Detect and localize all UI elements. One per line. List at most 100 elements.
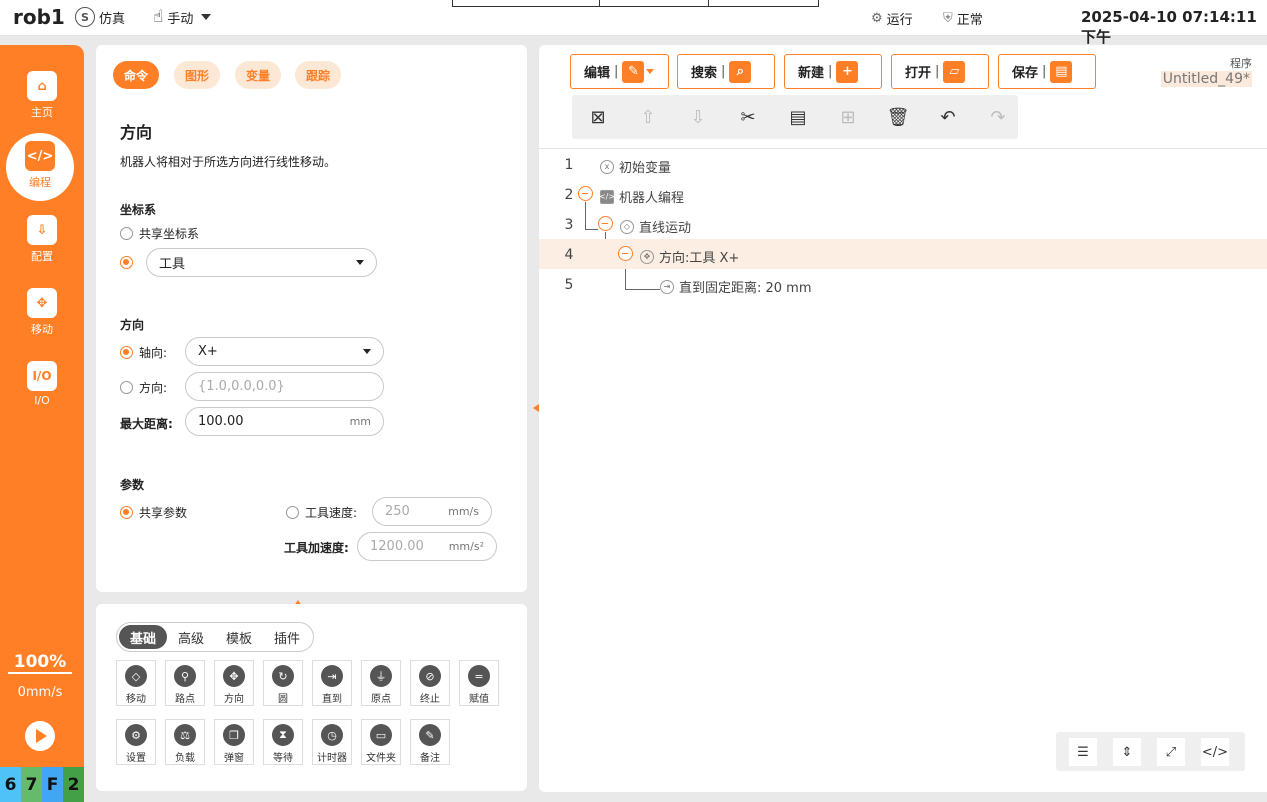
line-number: 3 [564, 217, 574, 233]
coord-select-value: 工具 [159, 257, 186, 272]
palette-tab-advanced[interactable]: 高级 [167, 625, 215, 649]
origin-icon: ⏚ [370, 665, 392, 687]
radio-icon [120, 256, 133, 269]
max-distance-input[interactable]: 100.00 mm [185, 407, 384, 436]
speed-percent[interactable]: 100% [8, 652, 72, 674]
tool-waypoint[interactable]: ⚲ 路点 [165, 660, 205, 706]
tab-trace[interactable]: 跟踪 [295, 61, 341, 89]
sidebar-item-move[interactable]: ✥ 移动 [0, 284, 84, 344]
tool-popup[interactable]: ❐ 弹窗 [214, 719, 254, 765]
tree-node: ✥ 方向:工具 X+ [640, 247, 739, 266]
coord-tool-radio[interactable] [120, 256, 133, 269]
tool-acc-value: 1200.00 [370, 539, 424, 554]
tree-row[interactable]: 1 x 初始变量 [539, 149, 1267, 179]
tool-direction[interactable]: ✥ 方向 [214, 660, 254, 706]
undo-icon[interactable]: ↶ [936, 105, 960, 129]
palette-tab-template[interactable]: 模板 [215, 625, 263, 649]
new-button[interactable]: 新建 | + [784, 54, 882, 89]
tool-speed-radio[interactable]: 工具速度: [286, 504, 357, 521]
health-status: ⛨ 正常 [943, 9, 983, 28]
tree-row[interactable]: 5 ⇥ 直到固定距离: 20 mm [539, 269, 1267, 299]
move-up-icon[interactable]: ⇧ [636, 105, 660, 129]
direction-radio[interactable]: 方向: [120, 379, 167, 396]
tool-payload[interactable]: ⚖ 负载 [165, 719, 205, 765]
tool-until[interactable]: ⇥ 直到 [312, 660, 352, 706]
simulation-mode[interactable]: S 仿真 [75, 7, 125, 27]
collapse-all-icon[interactable]: ⇕ [1113, 738, 1141, 766]
sidebar: ⌂ 主页 </> 编程 ⇩ 配置 ✥ 移动 I/O I/O 100% 0mm/s… [0, 45, 84, 802]
tool-origin[interactable]: ⏚ 原点 [361, 660, 401, 706]
tab-command[interactable]: 命令 [113, 61, 159, 89]
home-icon: ⌂ [27, 71, 57, 101]
paste-icon[interactable]: ⊞ [836, 105, 860, 129]
sidebar-item-label: 移动 [31, 323, 53, 336]
tool-assign[interactable]: = 赋值 [459, 660, 499, 706]
tool-speed-input[interactable]: 250 mm/s [372, 497, 492, 526]
play-button[interactable] [25, 721, 55, 751]
datetime: 2025-04-10 07:14:11 下午 [1081, 8, 1257, 46]
sort-lines-icon[interactable]: ☰ [1069, 738, 1097, 766]
tool-folder[interactable]: ▭ 文件夹 [361, 719, 401, 765]
redo-icon[interactable]: ↷ [986, 105, 1010, 129]
tree-node-label: 机器人编程 [619, 191, 685, 206]
copy-icon[interactable]: ▤ [786, 105, 810, 129]
tab-variables[interactable]: 变量 [235, 61, 281, 89]
tool-label: 计时器 [317, 753, 347, 764]
coord-shared-radio[interactable]: 共享坐标系 [120, 225, 199, 242]
payload-icon: ⚖ [174, 724, 196, 746]
tool-circle[interactable]: ↻ 圆 [263, 660, 303, 706]
collapse-icon[interactable] [618, 246, 633, 261]
shared-params-radio[interactable]: 共享参数 [120, 504, 187, 521]
axis-radio[interactable]: 轴向: [120, 344, 167, 361]
tab-graphics[interactable]: 图形 [174, 61, 220, 89]
tool-stop[interactable]: ⊘ 终止 [410, 660, 450, 706]
tool-label: 圆 [278, 694, 288, 705]
tree-row[interactable]: 2 </> 机器人编程 [539, 179, 1267, 209]
save-button[interactable]: 保存 | ▤ [998, 54, 1096, 89]
tool-wait[interactable]: ⧗ 等待 [263, 719, 303, 765]
direction-input[interactable]: {1.0,0.0,0.0} [185, 372, 384, 401]
cut-icon[interactable]: ✂ [736, 105, 760, 129]
manual-mode-dropdown[interactable]: ☝ 手动 [153, 7, 212, 27]
move-down-icon[interactable]: ⇩ [686, 105, 710, 129]
tool-acc-input[interactable]: 1200.00 mm/s² [357, 532, 497, 561]
new-label: 新建 [798, 66, 825, 81]
tool-settings[interactable]: ⚙ 设置 [116, 719, 156, 765]
command-palette: 基础 高级 模板 插件 ◇ 移动 ⚲ 路点 ✥ 方向 ↻ 圆 ⇥ 直到 ⏚ 原点 ⊘ 终止 = 赋值 ⚙ 设置 ⚖ 负… [96, 604, 527, 791]
tool-move[interactable]: ◇ 移动 [116, 660, 156, 706]
tool-timer[interactable]: ◷ 计时器 [312, 719, 352, 765]
axis-select-value: X+ [198, 344, 218, 359]
tool-note[interactable]: ✎ 备注 [410, 719, 450, 765]
delete-icon[interactable]: 🗑 [886, 105, 910, 129]
coord-select[interactable]: 工具 [146, 248, 377, 277]
max-distance-value: 100.00 [198, 414, 244, 429]
sidebar-item-config[interactable]: ⇩ 配置 [0, 211, 84, 271]
collapse-icon[interactable] [578, 186, 593, 201]
run-status-label: 运行 [886, 13, 913, 28]
io-icon: I/O [27, 361, 57, 391]
tree-row-selected[interactable]: 4 ✥ 方向:工具 X+ [539, 239, 1267, 269]
sidebar-item-io[interactable]: I/O I/O [0, 357, 84, 417]
edit-button[interactable]: 编辑 | ✎ [570, 54, 669, 89]
coord-section-label: 坐标系 [120, 203, 157, 217]
expand-icon[interactable]: ⤢ [1157, 738, 1185, 766]
deselect-icon[interactable]: ⊠ [586, 105, 610, 129]
palette-tab-basic[interactable]: 基础 [119, 625, 168, 649]
chevron-down-icon [356, 260, 364, 265]
tree-row[interactable]: 3 ◇ 直线运动 [539, 209, 1267, 239]
collapse-icon[interactable] [598, 216, 613, 231]
until-icon: ⇥ [321, 665, 343, 687]
code-view-icon[interactable]: </> [1201, 738, 1229, 766]
move-icon: ◇ [125, 665, 147, 687]
stop-icon: ⊘ [419, 665, 441, 687]
search-button[interactable]: 搜索 | ⌕ [677, 54, 775, 89]
open-button[interactable]: 打开 | ▱ [891, 54, 989, 89]
palette-tab-plugin[interactable]: 插件 [263, 625, 311, 649]
top-tab-strip [452, 0, 819, 7]
axis-select[interactable]: X+ [185, 337, 384, 366]
sidebar-item-program[interactable]: </> 编程 [6, 133, 74, 201]
sidebar-item-home[interactable]: ⌂ 主页 [0, 67, 84, 127]
axis-label: 轴向: [139, 346, 168, 360]
folder-icon: ▱ [943, 60, 966, 83]
robot-arm-icon: ⚙ [871, 11, 883, 26]
